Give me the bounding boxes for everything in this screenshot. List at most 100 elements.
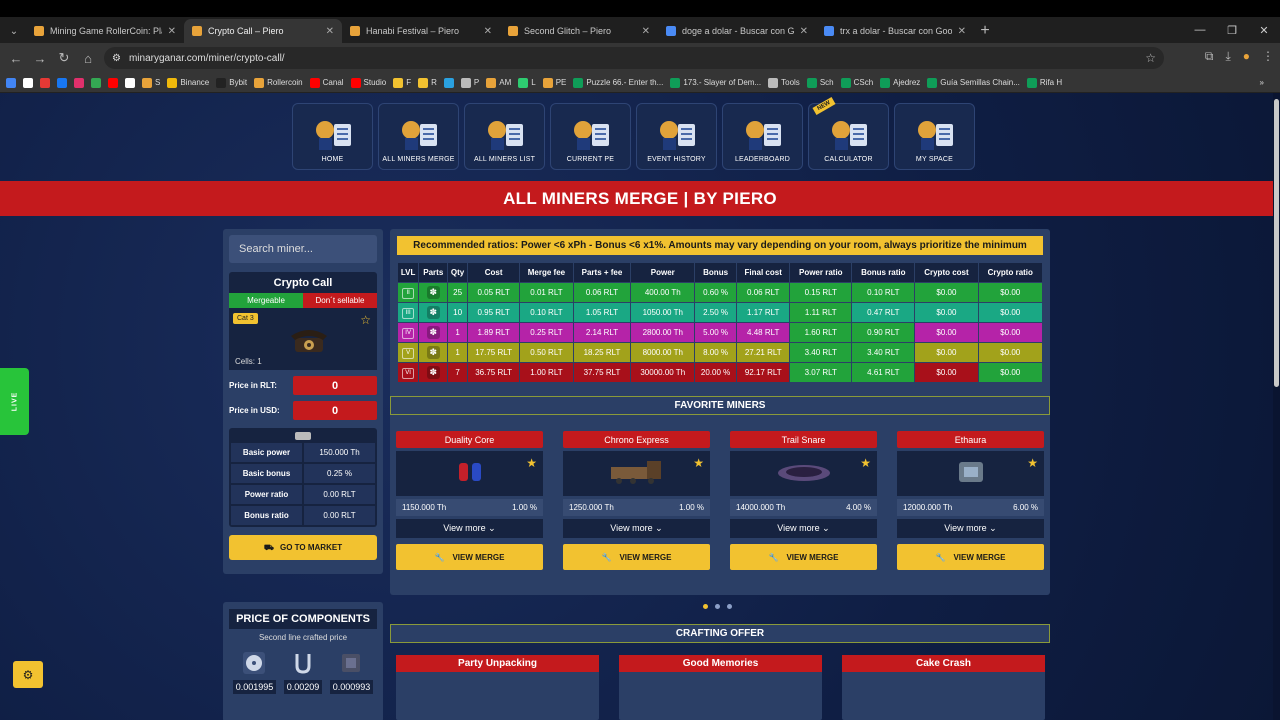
- site-info-icon[interactable]: ⚙: [112, 53, 121, 64]
- carousel-dot[interactable]: [727, 604, 732, 609]
- back-icon[interactable]: ←: [4, 51, 28, 66]
- menu-icon[interactable]: ⋮: [1262, 49, 1274, 64]
- bookmark-item[interactable]: [74, 77, 84, 88]
- bookmark-item[interactable]: CSch: [840, 77, 873, 88]
- reload-icon[interactable]: ↻: [52, 50, 76, 66]
- bookmarks-overflow-icon[interactable]: »: [1260, 78, 1264, 87]
- bookmark-item[interactable]: Guía Semillas Chain...: [927, 77, 1020, 88]
- stats-toggle[interactable]: [295, 432, 311, 440]
- tab-close-icon[interactable]: ✕: [168, 26, 176, 37]
- favorite-star-icon[interactable]: ★: [693, 456, 704, 470]
- browser-tab[interactable]: Crypto Call – Piero ✕: [184, 19, 342, 43]
- browser-tab[interactable]: doge a dolar - Buscar con Goog ✕: [658, 19, 816, 43]
- crafting-offer-heading: CRAFTING OFFER: [390, 624, 1050, 643]
- tab-close-icon[interactable]: ✕: [958, 26, 966, 37]
- bookmark-item[interactable]: [6, 77, 16, 88]
- view-more-toggle[interactable]: View more ⌄: [730, 519, 877, 538]
- bookmark-item[interactable]: Rifa H: [1026, 77, 1062, 88]
- home-icon[interactable]: ⌂: [76, 51, 100, 66]
- nav-leaderboard[interactable]: LEADERBOARD: [722, 103, 803, 170]
- download-icon[interactable]: ⤓: [1225, 49, 1230, 64]
- bookmark-item[interactable]: [40, 77, 50, 88]
- go-to-market-button[interactable]: ⛟ GO TO MARKET: [229, 535, 377, 560]
- bookmark-item[interactable]: L: [518, 77, 536, 88]
- favorite-miner-name[interactable]: Duality Core: [396, 431, 543, 448]
- browser-tab[interactable]: Hanabi Festival – Piero ✕: [342, 19, 500, 43]
- bookmark-item[interactable]: Sch: [806, 77, 834, 88]
- favorite-star-icon[interactable]: ★: [1027, 456, 1038, 470]
- browser-tab[interactable]: Mining Game RollerCoin: Play M ✕: [26, 19, 184, 43]
- view-merge-button[interactable]: 🔧 VIEW MERGE: [897, 544, 1044, 570]
- crafting-offer-card[interactable]: Good Memories: [619, 655, 822, 720]
- tab-close-icon[interactable]: ✕: [484, 26, 492, 37]
- browser-tab[interactable]: trx a dolar - Buscar con Google ✕: [816, 19, 974, 43]
- restore-icon[interactable]: ❐: [1216, 17, 1248, 43]
- bookmark-item[interactable]: [108, 77, 118, 88]
- browser-tab[interactable]: Second Glitch – Piero ✕: [500, 19, 658, 43]
- live-tab[interactable]: LIVE: [0, 368, 29, 435]
- bookmark-item[interactable]: R: [418, 77, 437, 88]
- crafting-offer-card[interactable]: Party Unpacking: [396, 655, 599, 720]
- carousel-dot[interactable]: [703, 604, 708, 609]
- bookmark-favicon-icon: [880, 77, 891, 88]
- crafting-offer-card[interactable]: Cake Crash: [842, 655, 1045, 720]
- url-field[interactable]: ⚙ minaryganar.com/miner/crypto-call/ ☆: [104, 47, 1164, 69]
- bookmark-item[interactable]: Puzzle 66.- Enter th...: [573, 77, 663, 88]
- search-input[interactable]: Search miner...: [229, 235, 377, 263]
- bookmark-item[interactable]: Studio: [350, 77, 386, 88]
- bookmark-item[interactable]: [23, 77, 33, 88]
- bookmark-item[interactable]: [57, 77, 67, 88]
- tab-close-icon[interactable]: ✕: [800, 26, 808, 37]
- bookmark-item[interactable]: [443, 77, 454, 88]
- minimize-icon[interactable]: —: [1184, 17, 1216, 43]
- bookmark-item[interactable]: 173.- Slayer of Dem...: [670, 77, 761, 88]
- tab-search-icon[interactable]: ⌄: [2, 19, 26, 43]
- table-cell: ✽: [419, 283, 448, 302]
- new-tab-button[interactable]: +: [974, 19, 996, 43]
- bookmark-item[interactable]: P: [460, 77, 479, 88]
- view-merge-button[interactable]: 🔧 VIEW MERGE: [563, 544, 710, 570]
- bookmark-item[interactable]: Tools: [768, 77, 800, 88]
- favorite-miner-name[interactable]: Trail Snare: [730, 431, 877, 448]
- bookmark-item[interactable]: Canal: [309, 77, 344, 88]
- close-window-icon[interactable]: ✕: [1248, 17, 1280, 43]
- bookmark-item[interactable]: F: [393, 77, 411, 88]
- extension-rollercoin-icon[interactable]: ●: [1243, 49, 1250, 64]
- favorite-miner-name[interactable]: Chrono Express: [563, 431, 710, 448]
- bookmark-item[interactable]: AM: [486, 77, 511, 88]
- bookmark-item[interactable]: PE: [542, 77, 566, 88]
- forward-icon[interactable]: →: [28, 51, 52, 66]
- tab-close-icon[interactable]: ✕: [642, 26, 650, 37]
- nav-all-miners-merge[interactable]: ALL MINERS MERGE: [378, 103, 459, 170]
- bookmark-item[interactable]: [91, 77, 101, 88]
- favorite-star-icon[interactable]: ★: [526, 456, 537, 470]
- scrollbar[interactable]: [1273, 93, 1280, 720]
- view-merge-button[interactable]: 🔧 VIEW MERGE: [730, 544, 877, 570]
- view-merge-button[interactable]: 🔧 VIEW MERGE: [396, 544, 543, 570]
- view-more-toggle[interactable]: View more ⌄: [396, 519, 543, 538]
- bookmark-item[interactable]: S: [142, 77, 160, 88]
- view-more-toggle[interactable]: View more ⌄: [897, 519, 1044, 538]
- favorite-miner-name[interactable]: Ethaura: [897, 431, 1044, 448]
- bookmark-item[interactable]: Binance: [167, 77, 209, 88]
- favorite-star-icon[interactable]: ☆: [360, 313, 371, 327]
- settings-gear-icon[interactable]: ⚙: [13, 661, 43, 688]
- telephone-miner-icon: [291, 330, 327, 352]
- view-more-toggle[interactable]: View more ⌄: [563, 519, 710, 538]
- carousel-dot[interactable]: [715, 604, 720, 609]
- nav-calculator[interactable]: NEW CALCULATOR: [808, 97, 889, 170]
- favorite-star-icon[interactable]: ★: [860, 456, 871, 470]
- bookmark-item[interactable]: Bybit: [216, 77, 247, 88]
- bookmark-item[interactable]: Rollercoin: [254, 77, 303, 88]
- nav-event-history[interactable]: EVENT HISTORY: [636, 103, 717, 170]
- extensions-icon[interactable]: ⧉: [1205, 49, 1214, 64]
- nav-all-miners-list[interactable]: ALL MINERS LIST: [464, 103, 545, 170]
- nav-current-pe[interactable]: CURRENT PE: [550, 103, 631, 170]
- bookmark-star-icon[interactable]: ☆: [1145, 51, 1156, 65]
- tab-close-icon[interactable]: ✕: [326, 26, 334, 37]
- nav-home[interactable]: HOME: [292, 103, 373, 170]
- bookmark-item[interactable]: Ajedrez: [880, 77, 920, 88]
- bookmark-item[interactable]: [125, 77, 135, 88]
- scrollbar-thumb[interactable]: [1274, 99, 1279, 387]
- nav-my-space[interactable]: MY SPACE: [894, 103, 975, 170]
